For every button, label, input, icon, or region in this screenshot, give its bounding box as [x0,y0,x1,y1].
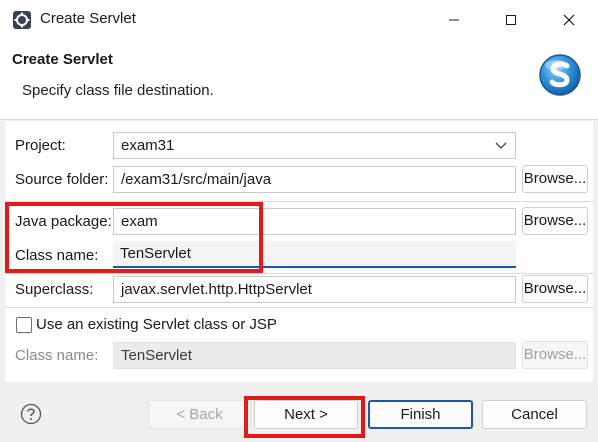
source-folder-value: /exam31/src/main/java [121,171,272,188]
eclipse-gear-icon [13,11,31,29]
window-title: Create Servlet [40,10,136,27]
create-servlet-dialog: Create Servlet Create Servlet Specify cl… [0,0,598,442]
help-question-icon[interactable] [20,403,42,425]
existing-class-name-label: Class name: [15,347,99,364]
java-package-browse-button[interactable]: Browse... [522,207,588,235]
wizard-banner: Create Servlet Specify class file destin… [0,39,598,120]
back-button: < Back [148,400,251,429]
superclass-input[interactable]: javax.servlet.http.HttpServlet [113,276,516,303]
page-title: Create Servlet [12,51,113,68]
project-label: Project: [15,137,66,154]
existing-class-name-input: TenServlet [113,342,516,369]
source-folder-label: Source folder: [15,171,109,188]
finish-button[interactable]: Finish [368,400,473,429]
minimize-button[interactable] [431,0,477,39]
minimize-icon [449,19,459,20]
source-folder-browse-button[interactable]: Browse... [522,165,588,193]
superclass-browse-button[interactable]: Browse... [522,275,588,303]
highlight-box-next [244,396,365,438]
project-value: exam31 [121,137,175,154]
superclass-value: javax.servlet.http.HttpServlet [121,281,312,298]
page-description: Specify class file destination. [22,82,214,99]
existing-class-browse-button: Browse... [522,341,588,369]
chevron-down-icon [495,142,507,149]
servlet-s-logo [539,54,581,96]
use-existing-label[interactable]: Use an existing Servlet class or JSP [36,316,277,333]
cancel-button[interactable]: Cancel [482,400,587,429]
title-bar: Create Servlet [0,0,598,39]
close-icon [563,14,575,25]
separator [5,307,593,308]
maximize-icon [506,14,516,25]
source-folder-input[interactable]: /exam31/src/main/java [113,166,516,193]
project-combo[interactable]: exam31 [113,132,516,159]
superclass-label: Superclass: [15,281,94,298]
existing-class-name-value: TenServlet [121,347,192,364]
close-button[interactable] [546,0,592,39]
maximize-button[interactable] [488,0,534,39]
use-existing-checkbox[interactable] [16,317,32,333]
highlight-box-package-class [5,202,263,273]
separator [5,273,593,274]
